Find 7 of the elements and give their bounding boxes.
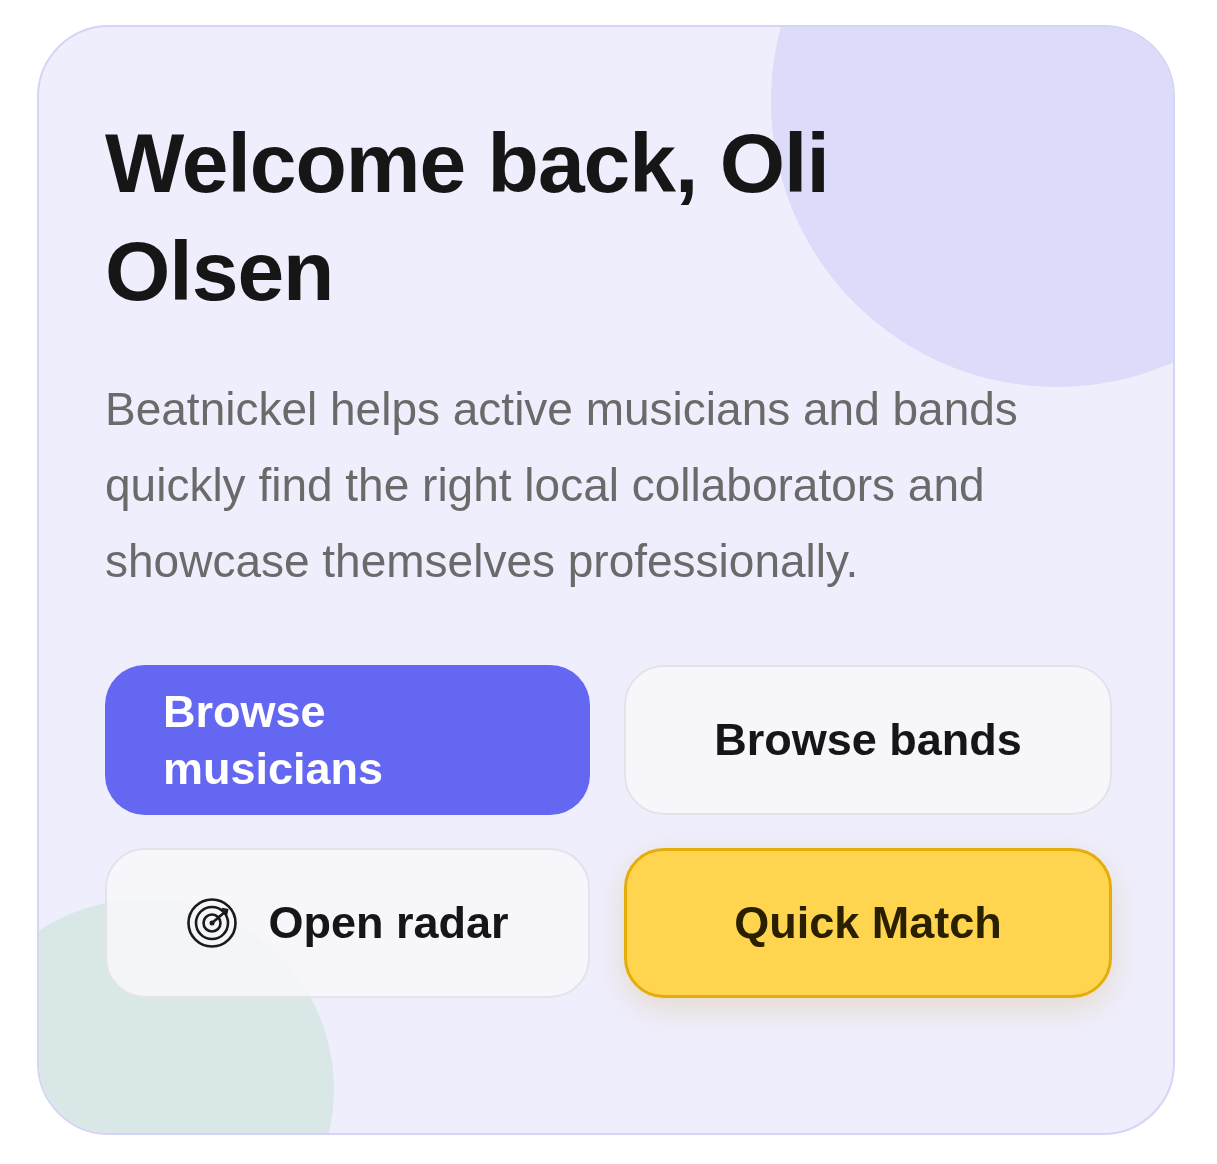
quick-match-button[interactable]: Quick Match bbox=[624, 848, 1112, 998]
browse-button[interactable]: Browse musicians bbox=[105, 665, 590, 815]
open-radar-button[interactable]: Open radar bbox=[105, 848, 590, 998]
browse-button[interactable]: Browse bands bbox=[624, 665, 1112, 815]
radar-icon bbox=[186, 897, 239, 949]
description-text: Beatnickel helps active musicians and bands quickly find the right local collaborators and showcase themselves professionally. bbox=[105, 382, 1019, 589]
welcome-title: Welcome back, Oli Olsen bbox=[105, 115, 830, 320]
